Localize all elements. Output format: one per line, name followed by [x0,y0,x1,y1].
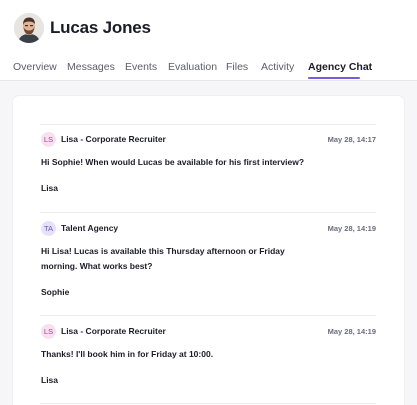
tab-evaluation[interactable]: Evaluation [168,61,217,73]
message-divider [40,212,376,213]
message-signature: Lisa [41,375,59,385]
message-author: Lisa - Corporate Recruiter [61,326,166,336]
message-avatar: LS [41,132,56,147]
message-text: Hi Sophie! When would Lucas be available… [41,157,305,167]
message-time: May 28, 14:19 [327,327,376,336]
active-tab-indicator [308,77,360,79]
message-time: May 28, 14:17 [327,135,376,144]
avatar [14,13,44,43]
tab-agency-chat[interactable]: Agency Chat [308,61,372,73]
message-author: Talent Agency [61,223,119,233]
message-signature: Lisa [41,183,59,193]
message-text: Thanks! I'll book him in for Friday at 1… [41,349,214,359]
candidate-page: Lucas Jones Overview Messages Events Eva… [0,0,417,405]
candidate-name: Lucas Jones [50,18,151,37]
message-divider [40,315,376,316]
message-avatar: LS [41,324,56,339]
tab-overview[interactable]: Overview [13,61,57,73]
message-author: Lisa - Corporate Recruiter [61,134,166,144]
message-text: morning. What works best? [41,261,153,271]
message-divider [40,403,376,404]
message-text: Hi Lisa! Lucas is available this Thursda… [41,246,285,256]
tab-bar: Overview Messages Events Evaluation File… [0,58,417,81]
message-signature: Sophie [41,287,70,297]
tab-activity[interactable]: Activity [261,61,294,73]
candidate-header: Lucas Jones [0,0,417,58]
person-photo-avatar-icon [14,13,44,43]
tab-files[interactable]: Files [226,61,248,73]
tab-events[interactable]: Events [125,61,157,73]
tab-messages[interactable]: Messages [67,61,115,73]
message-time: May 28, 14:19 [327,224,376,233]
message-divider [40,124,376,125]
message-avatar: TA [41,221,56,236]
